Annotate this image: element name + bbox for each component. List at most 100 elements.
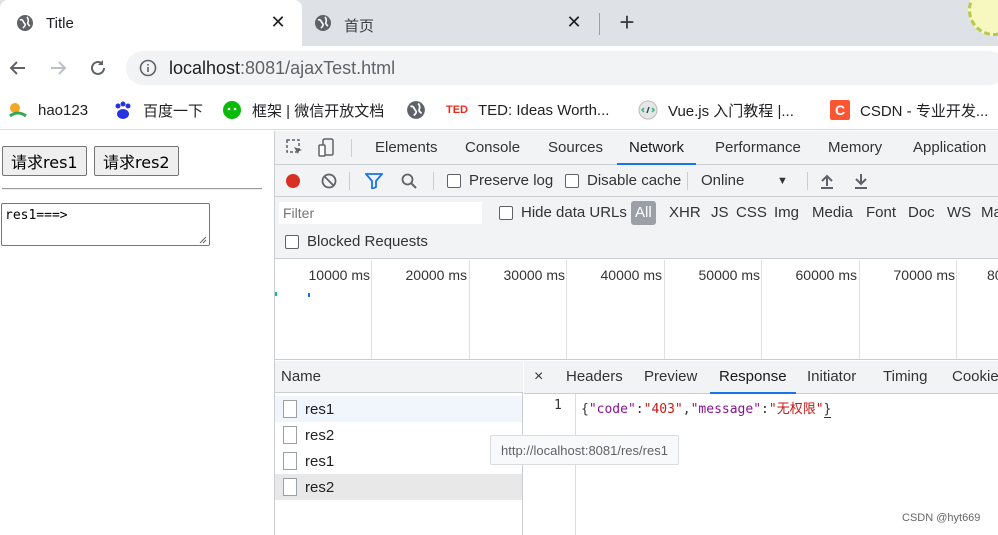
vue-icon [638,100,658,120]
json-key: "message" [690,402,762,417]
tab-memory[interactable]: Memory [828,131,882,165]
url-host: localhost [169,58,241,78]
json-key: "code" [588,402,636,417]
tab-title-text: Title [46,15,74,32]
type-filter-doc[interactable]: Doc [908,201,935,225]
tab-cookies[interactable]: Cookie [952,361,998,394]
tab-console[interactable]: Console [465,131,520,165]
document-icon [283,400,297,418]
timeline-label: 50000 ms [698,267,760,283]
disable-cache-checkbox[interactable]: Disable cache [565,165,681,197]
table-row[interactable]: res1 [275,448,522,474]
colon: : [635,402,644,417]
table-row[interactable]: res1 [275,396,522,422]
bookmark-wechat-docs[interactable]: 框架 | 微信开放文档 [222,99,384,121]
resize-grip-icon[interactable] [197,234,207,244]
toolbar-divider [349,172,350,190]
hide-data-urls-checkbox[interactable]: Hide data URLs [499,201,627,225]
request-res1-button[interactable]: 请求res1 [2,146,87,176]
name-column-header[interactable]: Name [275,361,523,393]
colon: : [761,402,769,417]
type-filter-xhr[interactable]: XHR [669,201,701,225]
record-icon[interactable] [285,173,301,189]
tab-response[interactable]: Response [710,361,796,394]
globe-icon [406,100,426,120]
response-body[interactable]: {"code":"403","message":"无权限"} [581,398,832,418]
back-button[interactable] [4,54,32,82]
type-filter-media[interactable]: Media [812,201,853,225]
preserve-log-label: Preserve log [469,172,554,189]
bookmark-label: Vue.js 入门教程 |... [668,102,794,120]
blocked-requests-checkbox[interactable]: Blocked Requests [285,230,428,254]
checkbox[interactable] [499,206,513,220]
close-icon[interactable]: × [534,361,543,394]
request-res2-button[interactable]: 请求res2 [94,146,179,176]
device-toolbar-icon[interactable] [317,138,337,158]
tab-strip: Title ✕ 首页 ✕ + [0,0,998,46]
preserve-log-checkbox[interactable]: Preserve log [447,165,553,197]
tab-performance[interactable]: Performance [715,131,801,165]
json-value: "无权限" [768,402,824,417]
type-filter-font[interactable]: Font [866,201,896,225]
throttle-value: Online [701,172,745,189]
request-bar [275,292,277,296]
address-bar[interactable]: localhost:8081/ajaxTest.html [126,51,998,85]
network-overview-timeline[interactable]: 10000 ms 20000 ms 30000 ms 40000 ms 5000… [275,260,998,360]
bookmark-baidu[interactable]: 百度一下 [113,99,203,121]
reload-icon [91,60,105,75]
filter-icon[interactable] [365,173,383,189]
brace-close: } [823,402,832,418]
document-icon [283,426,297,444]
checkbox[interactable] [565,174,579,188]
tab-preview[interactable]: Preview [644,361,697,394]
arrow-left-icon [9,61,25,75]
forward-button[interactable] [44,54,72,82]
clear-icon[interactable] [321,173,337,189]
bookmark-label: CSDN - 专业开发... [860,102,989,120]
checkbox[interactable] [285,235,299,249]
bookmark-vue[interactable]: Vue.js 入门教程 |... [638,99,794,121]
tab-timing[interactable]: Timing [883,361,927,394]
tab-separator [599,13,600,35]
timeline-label: 40000 ms [600,267,662,283]
tab-application[interactable]: Application [913,131,986,165]
tab-elements[interactable]: Elements [375,131,438,165]
type-filter-img[interactable]: Img [774,201,799,225]
timeline-label: 10000 ms [308,267,370,283]
throttling-select[interactable]: Online ▼ [701,165,793,197]
tab-sources[interactable]: Sources [548,131,603,165]
browser-tab-home[interactable]: 首页 ✕ [302,0,598,46]
browser-tab-title[interactable]: Title ✕ [0,0,302,46]
bookmark-globe[interactable] [406,99,436,121]
bookmark-ted[interactable]: TED TED: Ideas Worth... [446,99,609,121]
timeline-label: 20000 ms [405,267,467,283]
close-tab-icon[interactable]: ✕ [564,12,584,32]
search-icon[interactable] [401,173,417,189]
result-textarea[interactable]: res1===> [1,203,210,246]
table-row[interactable]: res2 [275,474,522,500]
type-filter-js[interactable]: JS [711,201,729,225]
tab-headers[interactable]: Headers [566,361,623,394]
export-har-icon[interactable] [853,173,869,189]
reload-button[interactable] [84,54,112,82]
checkbox[interactable] [447,174,461,188]
close-tab-icon[interactable]: ✕ [268,12,288,32]
timeline-label: 60000 ms [795,267,857,283]
tab-initiator[interactable]: Initiator [807,361,856,394]
table-row[interactable]: res2 [275,422,522,448]
filter-input[interactable] [279,202,482,224]
type-filter-all[interactable]: All [631,201,656,225]
disable-cache-label: Disable cache [587,172,682,189]
tab-network[interactable]: Network [617,131,697,165]
new-tab-button[interactable]: + [614,9,640,36]
type-filter-ws[interactable]: WS [947,201,971,225]
info-icon[interactable] [139,59,157,77]
profile-avatar[interactable] [968,0,998,36]
bookmark-label: 框架 | 微信开放文档 [252,102,385,120]
bookmark-hao123[interactable]: hao123 [8,99,88,121]
inspect-element-icon[interactable] [285,138,305,158]
bookmark-csdn[interactable]: C CSDN - 专业开发... [830,99,988,121]
type-filter-manifest[interactable]: Ma [981,201,998,225]
type-filter-css[interactable]: CSS [736,201,767,225]
import-har-icon[interactable] [819,173,835,189]
